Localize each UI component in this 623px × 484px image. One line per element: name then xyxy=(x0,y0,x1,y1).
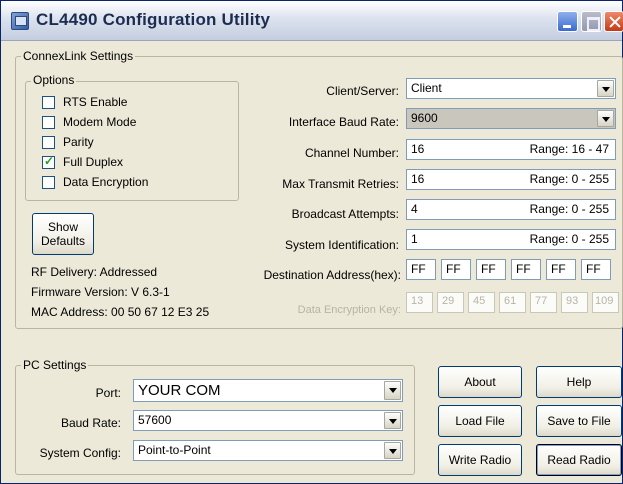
interface-baud-select[interactable]: 9600 xyxy=(406,108,616,129)
system-config-label: System Config: xyxy=(39,446,121,460)
max-retries-label: Max Transmit Retries: xyxy=(282,177,399,191)
destination-byte-6[interactable]: FF xyxy=(581,259,611,280)
channel-range-text: Range: 16 - 47 xyxy=(529,142,609,156)
destination-byte-4[interactable]: FF xyxy=(511,259,541,280)
config-window: CL4490 Configuration Utility ConnexLink … xyxy=(0,0,623,484)
channel-number-value: 16 xyxy=(411,142,425,156)
destination-byte-3[interactable]: FF xyxy=(476,259,506,280)
encryption-key-byte-6: 93 xyxy=(561,292,588,313)
full-duplex-checkbox[interactable] xyxy=(42,154,55,169)
encryption-key-byte-5: 77 xyxy=(530,292,557,313)
firmware-version-text: Firmware Version: V 6.3-1 xyxy=(31,285,170,299)
encryption-key-byte-2: 29 xyxy=(437,292,464,313)
load-file-button[interactable]: Load File xyxy=(438,405,522,437)
data-encryption-label: Data Encryption xyxy=(63,175,149,189)
encryption-key-byte-4: 61 xyxy=(499,292,526,313)
read-radio-button[interactable]: Read Radio xyxy=(536,444,622,476)
full-duplex-label: Full Duplex xyxy=(63,155,124,169)
connexlink-settings-title: ConnexLink Settings xyxy=(21,49,136,63)
channel-number-input[interactable]: 16 Range: 16 - 47 xyxy=(406,139,616,160)
system-config-value: Point-to-Point xyxy=(138,443,211,457)
save-to-file-button[interactable]: Save to File xyxy=(536,405,622,437)
client-server-value: Client xyxy=(411,81,442,95)
destination-byte-5[interactable]: FF xyxy=(546,259,576,280)
port-select[interactable]: YOUR COM xyxy=(133,379,403,402)
client-server-select[interactable]: Client xyxy=(406,78,616,99)
encryption-key-label: Data Encryption Key: xyxy=(297,304,401,316)
system-id-input[interactable]: 1 Range: 0 - 255 xyxy=(406,229,616,250)
system-config-select[interactable]: Point-to-Point xyxy=(133,440,403,461)
max-retries-range-text: Range: 0 - 255 xyxy=(529,172,609,186)
parity-label: Parity xyxy=(63,135,94,149)
baud-rate-value: 57600 xyxy=(138,413,172,427)
baud-rate-select[interactable]: 57600 xyxy=(133,410,403,431)
chevron-down-icon[interactable] xyxy=(384,442,401,459)
data-encryption-checkbox[interactable] xyxy=(42,176,55,189)
chevron-down-icon[interactable] xyxy=(597,80,614,97)
system-id-value: 1 xyxy=(411,232,418,246)
parity-checkbox[interactable] xyxy=(42,136,55,149)
show-defaults-label-1: Show xyxy=(47,220,79,234)
encryption-key-byte-1: 13 xyxy=(406,292,433,313)
help-button[interactable]: Help xyxy=(536,366,622,398)
port-value: YOUR COM xyxy=(138,382,221,399)
encryption-key-byte-3: 45 xyxy=(468,292,495,313)
show-defaults-label-2: Defaults xyxy=(40,234,86,248)
interface-baud-label: Interface Baud Rate: xyxy=(288,115,399,129)
title-bar[interactable]: CL4490 Configuration Utility xyxy=(1,1,623,41)
pc-settings-title: PC Settings xyxy=(21,358,89,372)
chevron-down-icon[interactable] xyxy=(597,110,614,127)
broadcast-attempts-input[interactable]: 4 Range: 0 - 255 xyxy=(406,199,616,220)
channel-number-label: Channel Number: xyxy=(304,146,399,160)
destination-address-label: Destination Address(hex): xyxy=(263,268,401,282)
show-defaults-button[interactable]: Show Defaults xyxy=(32,213,94,255)
app-icon xyxy=(11,12,29,30)
port-label: Port: xyxy=(95,386,121,400)
interface-baud-value: 9600 xyxy=(411,111,438,125)
broadcast-range-text: Range: 0 - 255 xyxy=(529,202,609,216)
rts-enable-checkbox[interactable] xyxy=(42,96,55,109)
close-icon[interactable] xyxy=(604,11,623,32)
rf-delivery-text: RF Delivery: Addressed xyxy=(31,265,158,279)
about-button[interactable]: About xyxy=(438,366,522,398)
destination-byte-2[interactable]: FF xyxy=(441,259,471,280)
baud-rate-label: Baud Rate: xyxy=(60,416,121,430)
system-id-range-text: Range: 0 - 255 xyxy=(529,232,609,246)
encryption-key-byte-7: 109 xyxy=(592,292,619,313)
system-id-label: System Identification: xyxy=(284,238,399,252)
modem-mode-checkbox[interactable] xyxy=(42,116,55,129)
destination-byte-1[interactable]: FF xyxy=(406,259,436,280)
broadcast-attempts-value: 4 xyxy=(411,202,418,216)
client-server-label: Client/Server: xyxy=(326,84,399,98)
mac-address-text: MAC Address: 00 50 67 12 E3 25 xyxy=(31,305,210,319)
broadcast-attempts-label: Broadcast Attempts: xyxy=(291,207,399,221)
chevron-down-icon[interactable] xyxy=(384,412,401,429)
modem-mode-label: Modem Mode xyxy=(63,115,137,129)
max-retries-input[interactable]: 16 Range: 0 - 255 xyxy=(406,169,616,190)
maximize-icon[interactable] xyxy=(581,11,602,32)
chevron-down-icon[interactable] xyxy=(384,381,401,400)
write-radio-button[interactable]: Write Radio xyxy=(438,444,522,476)
window-title: CL4490 Configuration Utility xyxy=(36,10,271,29)
max-retries-value: 16 xyxy=(411,172,425,186)
options-title: Options xyxy=(31,73,77,87)
minimize-icon[interactable] xyxy=(557,11,578,32)
rts-enable-label: RTS Enable xyxy=(63,95,128,109)
